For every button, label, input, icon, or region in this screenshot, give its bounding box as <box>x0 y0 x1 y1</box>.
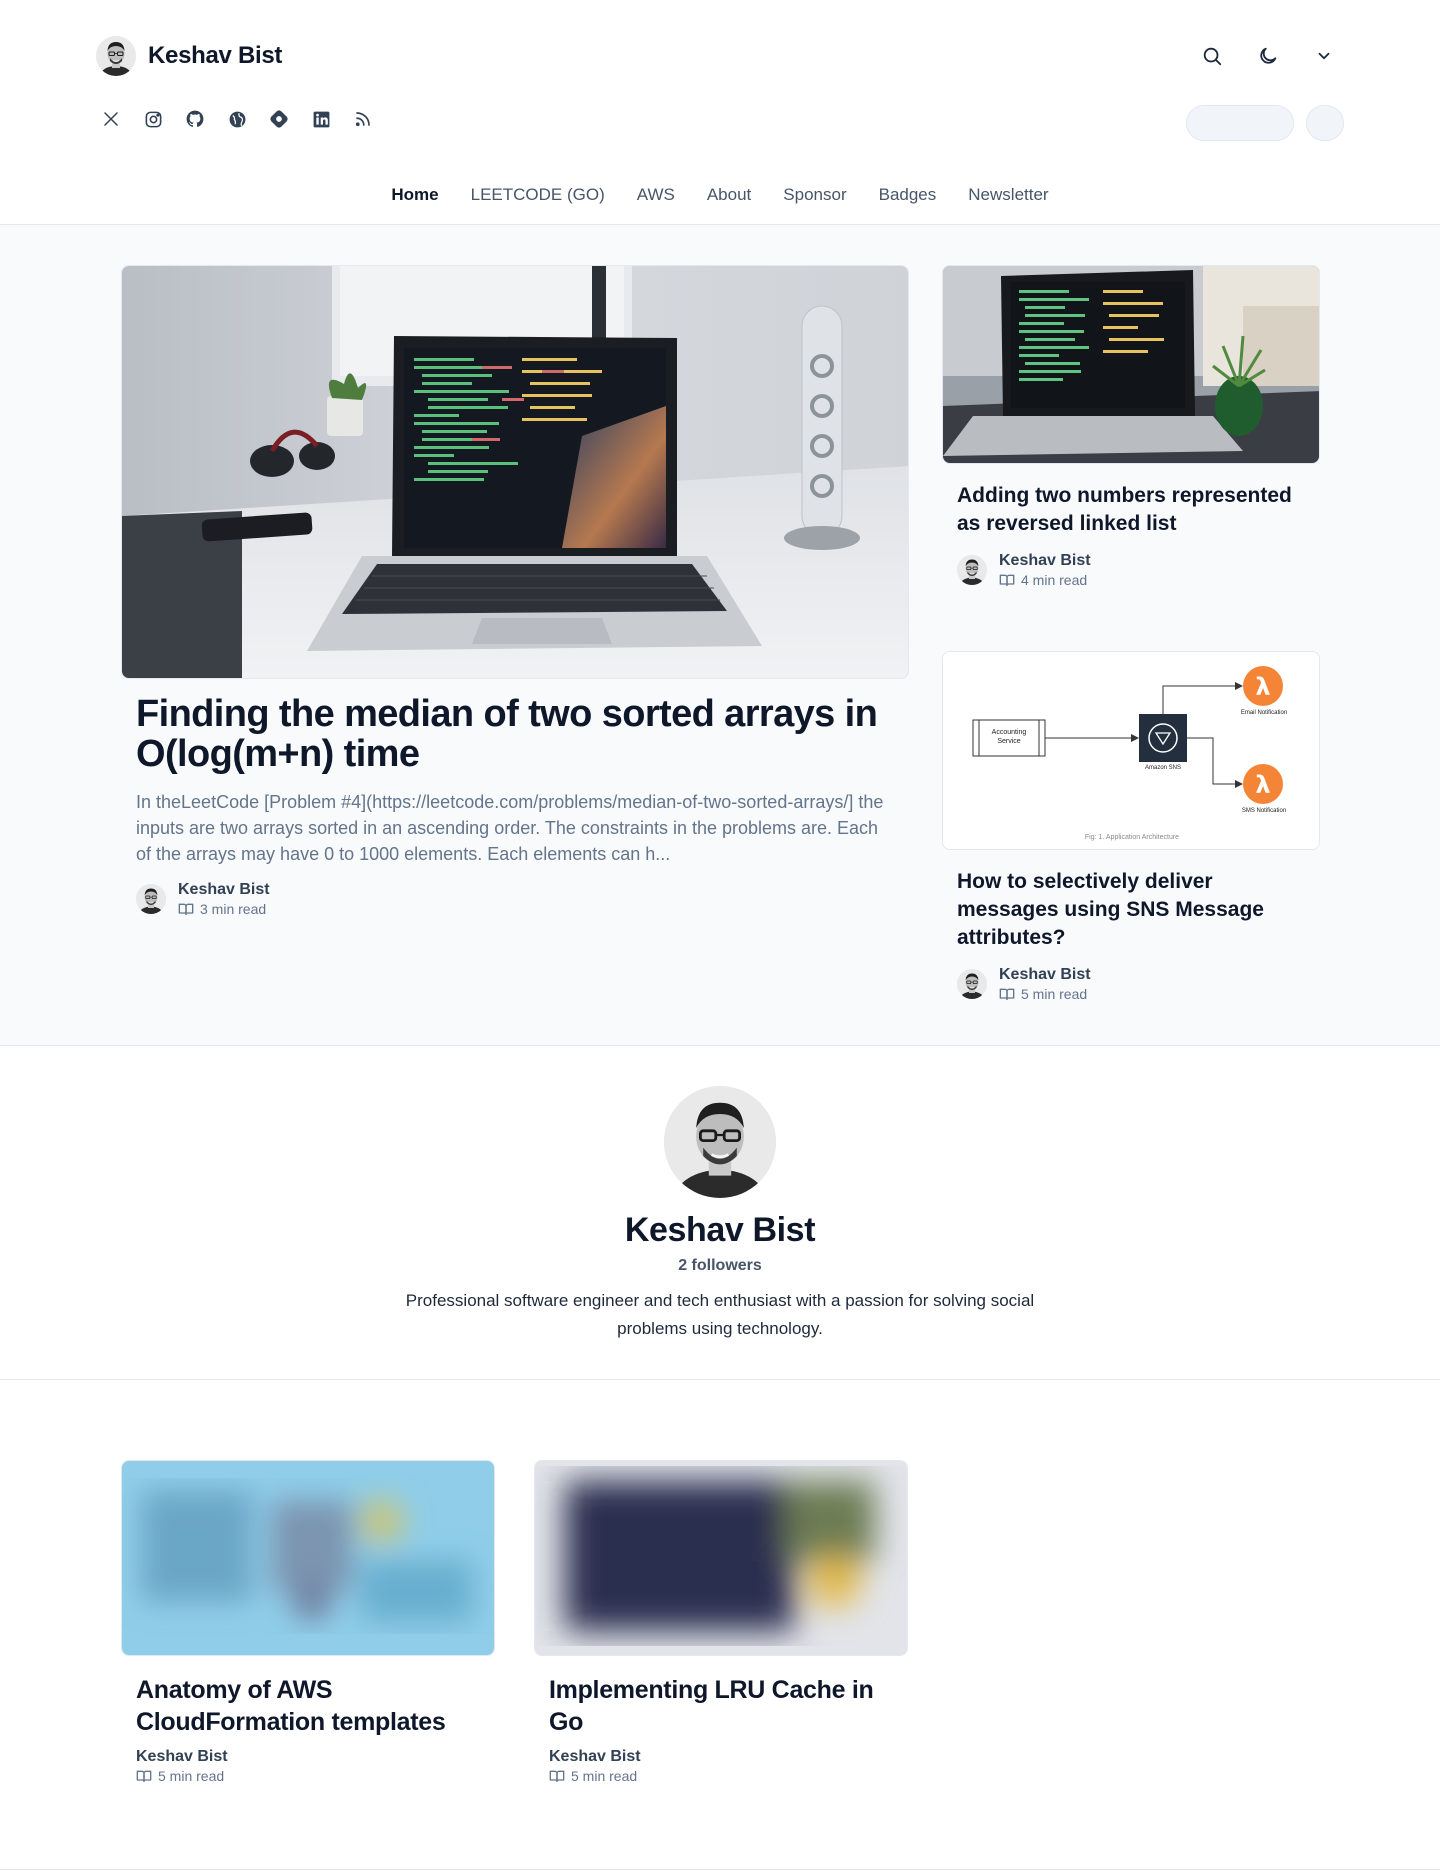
nav-item-about[interactable]: About <box>707 185 751 205</box>
featured-post-excerpt[interactable]: In theLeetCode [Problem #4](https://leet… <box>136 789 896 867</box>
read-time: 5 min read <box>999 986 1091 1002</box>
side-post-card[interactable]: λ λ Accounting Service Amazon SNS Email … <box>942 651 1320 1002</box>
featured-post-title[interactable]: Finding the median of two sorted arrays … <box>136 694 896 775</box>
profile-bio: Professional software engineer and tech … <box>405 1291 1035 1338</box>
side-post-cover[interactable] <box>942 265 1320 464</box>
book-icon <box>178 903 194 915</box>
side-post-meta: Keshav Bist 4 min read <box>957 552 1305 588</box>
post-title[interactable]: Implementing LRU Cache in Go <box>549 1674 893 1738</box>
instagram-icon[interactable] <box>142 108 164 130</box>
blog-brand[interactable]: Keshav Bist <box>96 36 282 76</box>
nav-item-newsletter[interactable]: Newsletter <box>968 185 1048 205</box>
main-nav: Home LEETCODE (GO) AWS About Sponsor Bad… <box>0 185 1440 205</box>
profile-avatar[interactable] <box>664 1086 776 1198</box>
featured-post-body: Finding the median of two sorted arrays … <box>136 694 896 917</box>
side-post-cover[interactable]: λ λ Accounting Service Amazon SNS Email … <box>942 651 1320 850</box>
architecture-diagram: λ λ <box>943 652 1319 849</box>
author-avatar[interactable] <box>957 969 987 999</box>
post-cover-blurred[interactable] <box>121 1460 495 1656</box>
site-header: Keshav Bist Home LEETCODE (GO) AWS About… <box>0 0 1440 225</box>
moon-icon[interactable] <box>1252 40 1284 72</box>
nav-item-leetcode[interactable]: LEETCODE (GO) <box>471 185 605 205</box>
book-icon <box>136 1770 152 1782</box>
blog-logo-avatar <box>96 36 136 76</box>
svg-text:λ: λ <box>1255 673 1270 701</box>
read-time: 4 min read <box>999 572 1091 588</box>
side-post-title[interactable]: How to selectively deliver messages usin… <box>957 868 1305 952</box>
author-name[interactable]: Keshav Bist <box>136 1748 480 1766</box>
diagram-caption: Fig: 1. Application Architecture <box>1084 834 1180 841</box>
read-time-label: 5 min read <box>158 1768 225 1784</box>
linkedin-icon[interactable] <box>310 108 332 130</box>
search-icon[interactable] <box>1196 40 1228 72</box>
post-title[interactable]: Anatomy of AWS CloudFormation templates <box>136 1674 480 1738</box>
profile-name[interactable]: Keshav Bist <box>0 1211 1440 1250</box>
post-card[interactable]: Anatomy of AWS CloudFormation templates … <box>121 1460 495 1784</box>
nav-item-badges[interactable]: Badges <box>879 185 937 205</box>
featured-post-cover[interactable] <box>121 265 909 679</box>
x-icon[interactable] <box>100 108 122 130</box>
nav-item-home[interactable]: Home <box>391 185 438 205</box>
post-cover-blurred[interactable] <box>534 1460 908 1656</box>
featured-section: Finding the median of two sorted arrays … <box>0 225 1440 1046</box>
hashnode-icon[interactable] <box>268 108 290 130</box>
diagram-label-target-sms: SMS Notification <box>1241 808 1287 814</box>
header-skeleton-buttons <box>1186 105 1344 141</box>
author-avatar[interactable] <box>957 555 987 585</box>
author-name[interactable]: Keshav Bist <box>999 966 1091 984</box>
rss-icon[interactable] <box>352 108 374 130</box>
side-post-body: Adding two numbers represented as revers… <box>942 482 1320 588</box>
post-body: Implementing LRU Cache in Go Keshav Bist… <box>534 1674 908 1784</box>
side-post-card[interactable]: Adding two numbers represented as revers… <box>942 265 1320 588</box>
book-icon <box>549 1770 565 1782</box>
post-body: Anatomy of AWS CloudFormation templates … <box>121 1674 495 1784</box>
read-time: 5 min read <box>136 1768 480 1784</box>
social-links <box>100 108 374 130</box>
featured-post-meta: Keshav Bist 3 min read <box>136 881 896 917</box>
diagram-label-target-email: Email Notification <box>1240 710 1288 716</box>
read-time-label: 3 min read <box>200 900 267 917</box>
nav-item-aws[interactable]: AWS <box>637 185 675 205</box>
profile-followers[interactable]: 2 followers <box>0 1257 1440 1275</box>
author-avatar[interactable] <box>136 883 166 914</box>
read-time: 3 min read <box>178 901 270 917</box>
diagram-label-hub: Amazon SNS <box>1144 765 1181 771</box>
svg-text:λ: λ <box>1255 771 1270 799</box>
read-time-label: 5 min read <box>1021 986 1088 1002</box>
skeleton-pill-button[interactable] <box>1186 105 1294 141</box>
chevron-down-icon[interactable] <box>1308 40 1340 72</box>
skeleton-round-button[interactable] <box>1306 105 1344 141</box>
read-time: 5 min read <box>549 1768 893 1784</box>
book-icon <box>999 988 1015 1000</box>
nav-item-sponsor[interactable]: Sponsor <box>783 185 846 205</box>
posts-grid: Anatomy of AWS CloudFormation templates … <box>0 1380 1440 1870</box>
author-name[interactable]: Keshav Bist <box>178 881 270 899</box>
post-card[interactable]: Implementing LRU Cache in Go Keshav Bist… <box>534 1460 908 1784</box>
read-time-label: 5 min read <box>571 1768 638 1784</box>
book-icon <box>999 574 1015 586</box>
diagram-label-source: Accounting Service <box>991 729 1027 745</box>
side-post-title[interactable]: Adding two numbers represented as revers… <box>957 482 1305 538</box>
github-icon[interactable] <box>184 108 206 130</box>
header-actions <box>1196 40 1340 72</box>
globe-icon[interactable] <box>226 108 248 130</box>
author-name[interactable]: Keshav Bist <box>549 1748 893 1766</box>
author-name[interactable]: Keshav Bist <box>999 552 1091 570</box>
read-time-label: 4 min read <box>1021 572 1088 588</box>
blog-name: Keshav Bist <box>148 42 283 69</box>
side-post-meta: Keshav Bist 5 min read <box>957 966 1305 1002</box>
author-profile: Keshav Bist 2 followers Professional sof… <box>0 1046 1440 1380</box>
side-post-body: How to selectively deliver messages usin… <box>942 868 1320 1002</box>
